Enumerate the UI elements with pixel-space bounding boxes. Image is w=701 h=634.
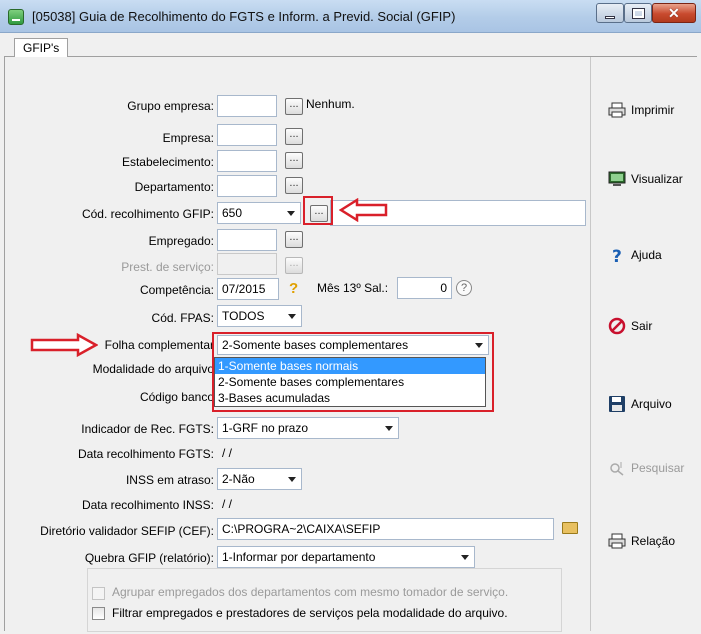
diretorio-sefip-label: Diretório validador SEFIP (CEF): <box>40 524 214 538</box>
close-icon: ✕ <box>668 5 680 21</box>
prest-servico-field <box>217 253 277 275</box>
sair-button[interactable]: Sair <box>604 315 696 339</box>
ajuda-label: Ajuda <box>631 248 662 262</box>
chevron-down-icon <box>461 555 469 560</box>
quebra-gfip-combo[interactable]: 1-Informar por departamento <box>217 546 475 568</box>
empresa-field[interactable] <box>217 124 277 146</box>
visualizar-button[interactable]: Visualizar <box>604 168 696 192</box>
cod-recolhimento-label: Cód. recolhimento GFIP: <box>81 207 214 221</box>
grupo-empresa-lookup-button[interactable]: ... <box>285 98 303 115</box>
minimize-button[interactable] <box>596 3 624 23</box>
cod-fpas-value: TODOS <box>222 309 265 323</box>
imprimir-button[interactable]: Imprimir <box>604 99 696 123</box>
indicador-rec-label: Indicador de Rec. FGTS: <box>81 422 214 436</box>
data-rec-fgts-field[interactable]: / / <box>217 442 301 464</box>
departamento-lookup-button[interactable]: ... <box>285 177 303 194</box>
inss-atraso-value: 2-Não <box>222 472 255 486</box>
app-icon <box>8 9 24 25</box>
printer-icon <box>608 102 626 118</box>
departamento-label: Departamento: <box>134 180 214 194</box>
tab-gfips[interactable]: GFIP's <box>14 38 69 58</box>
stop-icon <box>608 317 626 335</box>
chevron-down-icon <box>385 426 393 431</box>
departamento-field[interactable] <box>217 175 277 197</box>
modalidade-label: Modalidade do arquivo <box>92 362 214 376</box>
help-icon[interactable]: ? <box>289 280 298 297</box>
chevron-down-icon <box>287 211 295 216</box>
mes13-label: Mês 13º Sal.: <box>317 281 389 295</box>
estabelecimento-field[interactable] <box>217 150 277 172</box>
empresa-lookup-button[interactable]: ... <box>285 128 303 145</box>
grupo-empresa-field[interactable] <box>217 95 277 117</box>
relacao-label: Relação <box>631 534 676 548</box>
arquivo-button[interactable]: Arquivo <box>604 393 696 417</box>
visualizar-label: Visualizar <box>631 172 683 186</box>
empregado-label: Empregado: <box>148 234 214 248</box>
printer-icon <box>608 533 626 549</box>
cod-recolhimento-combo[interactable]: 650 <box>217 202 301 224</box>
prest-servico-lookup-button: ... <box>285 257 303 274</box>
help-icon: ? <box>612 247 622 264</box>
indicador-rec-combo[interactable]: 1-GRF no prazo <box>217 417 399 439</box>
cod-recolhimento-value: 650 <box>222 206 243 220</box>
question-circle-icon[interactable]: ? <box>456 280 472 296</box>
options-group <box>87 568 562 632</box>
floppy-disk-icon <box>609 396 625 412</box>
estabelecimento-label: Estabelecimento: <box>121 155 214 169</box>
pesquisar-button: Pesquisar <box>604 457 696 481</box>
window-title: [05038] Guia de Recolhimento do FGTS e I… <box>32 9 456 24</box>
cod-fpas-label: Cód. FPAS: <box>151 311 214 325</box>
sair-label: Sair <box>631 319 653 333</box>
close-button[interactable]: ✕ <box>652 3 696 23</box>
inss-atraso-combo[interactable]: 2-Não <box>217 468 302 490</box>
filtrar-checkbox[interactable] <box>92 607 105 620</box>
gfip-window: [05038] Guia de Recolhimento do FGTS e I… <box>0 0 701 634</box>
quebra-gfip-value: 1-Informar por departamento <box>222 550 376 564</box>
empregado-lookup-button[interactable]: ... <box>285 231 303 248</box>
chevron-down-icon <box>288 477 296 482</box>
maximize-icon <box>632 8 645 19</box>
folder-icon[interactable] <box>562 522 578 534</box>
arrow-right-icon <box>30 333 98 357</box>
cod-fpas-combo[interactable]: TODOS <box>217 305 302 327</box>
minimize-icon <box>605 16 615 19</box>
agrupar-checkbox-label: Agrupar empregados dos departamentos com… <box>112 585 509 599</box>
arquivo-label: Arquivo <box>631 397 672 411</box>
relacao-button[interactable]: Relação <box>604 530 696 554</box>
chevron-down-icon <box>288 314 296 319</box>
empresa-label: Empresa: <box>162 131 214 145</box>
data-rec-inss-field[interactable]: / / <box>217 493 301 515</box>
data-rec-fgts-label: Data recolhimento FGTS: <box>77 447 214 461</box>
grupo-empresa-label: Grupo empresa: <box>127 99 214 113</box>
filtrar-checkbox-label: Filtrar empregados e prestadores de serv… <box>112 606 508 620</box>
prest-servico-label: Prest. de serviço: <box>121 260 214 274</box>
tab-strip: GFIP's <box>4 33 697 58</box>
annotation-box-folha <box>212 332 494 412</box>
folha-complementar-label: Folha complementar <box>104 338 214 352</box>
data-rec-inss-label: Data recolhimento INSS: <box>81 498 214 512</box>
inss-atraso-label: INSS em atraso: <box>125 473 214 487</box>
title-bar[interactable]: [05038] Guia de Recolhimento do FGTS e I… <box>0 0 701 33</box>
estabelecimento-lookup-button[interactable]: ... <box>285 152 303 169</box>
arrow-left-icon <box>339 198 388 222</box>
agrupar-checkbox <box>92 587 105 600</box>
grupo-empresa-note: Nenhum. <box>306 97 355 111</box>
imprimir-label: Imprimir <box>631 103 675 117</box>
mes13-field[interactable]: 0 <box>397 277 452 299</box>
ajuda-button[interactable]: ? Ajuda <box>604 244 696 268</box>
quebra-gfip-label: Quebra GFIP (relatório): <box>84 551 214 565</box>
search-icon <box>610 462 624 476</box>
pesquisar-label: Pesquisar <box>631 461 685 475</box>
diretorio-sefip-field[interactable]: C:\PROGRA~2\CAIXA\SEFIP <box>217 518 554 540</box>
competencia-field[interactable]: 07/2015 <box>217 278 279 300</box>
maximize-button[interactable] <box>624 3 652 23</box>
monitor-icon <box>608 171 626 186</box>
indicador-rec-value: 1-GRF no prazo <box>222 421 309 435</box>
competencia-label: Competência: <box>139 283 214 297</box>
annotation-box-lookup <box>303 196 333 225</box>
empregado-field[interactable] <box>217 229 277 251</box>
codigo-banco-label: Código banco <box>139 390 214 404</box>
svg-text:?: ? <box>612 247 622 264</box>
